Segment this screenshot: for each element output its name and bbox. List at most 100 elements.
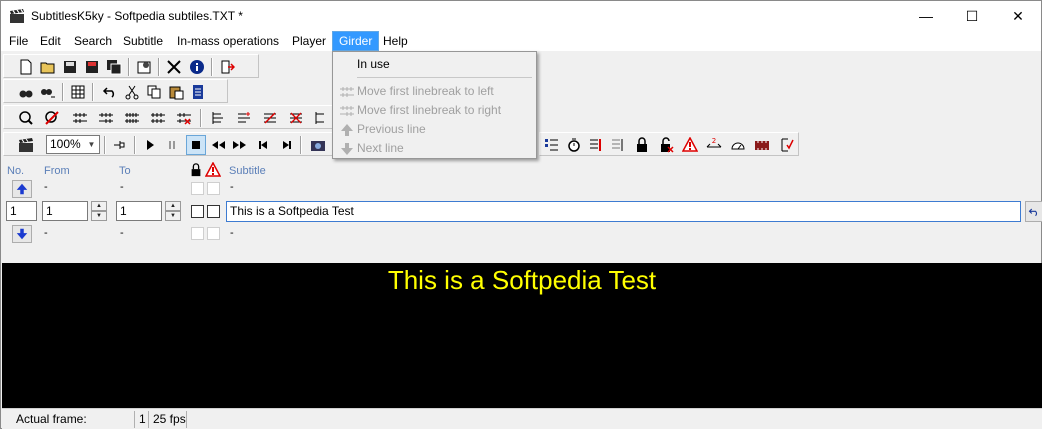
save-as-icon[interactable] bbox=[82, 57, 102, 77]
insert-after-icon[interactable] bbox=[234, 108, 254, 128]
properties-icon[interactable] bbox=[134, 57, 154, 77]
menu-item-previous-line: Previous line bbox=[335, 120, 534, 139]
paste-icon[interactable] bbox=[166, 82, 186, 102]
menu-girder[interactable]: Girder bbox=[332, 31, 380, 51]
minimize-button[interactable]: — bbox=[903, 1, 949, 31]
spin-up-icon[interactable]: ▲ bbox=[91, 201, 107, 211]
pause-icon[interactable] bbox=[162, 135, 182, 155]
tools-icon[interactable] bbox=[164, 57, 184, 77]
menu-subtitle[interactable]: Subtitle bbox=[117, 31, 169, 51]
move-line-icon[interactable] bbox=[310, 108, 330, 128]
menu-item-in-use[interactable]: In use bbox=[335, 55, 534, 74]
header-subtitle: Subtitle bbox=[229, 165, 266, 177]
stopwatch-icon[interactable] bbox=[564, 135, 584, 155]
linebreak-left-icon[interactable] bbox=[70, 108, 90, 128]
undo-edit-button[interactable] bbox=[1025, 201, 1042, 222]
spellcheck-icon[interactable] bbox=[16, 108, 36, 128]
from-spinner[interactable]: ▲ ▼ bbox=[91, 201, 107, 221]
menu-item-label: In use bbox=[357, 57, 390, 71]
undo-icon[interactable] bbox=[100, 82, 120, 102]
subtitle-text-input[interactable]: This is a Softpedia Test bbox=[226, 201, 1021, 222]
spin-up-icon[interactable]: ▲ bbox=[165, 201, 181, 211]
warning-icon[interactable] bbox=[680, 135, 700, 155]
maximize-button[interactable]: ☐ bbox=[949, 1, 995, 31]
chevron-down-icon: ▼ bbox=[87, 140, 96, 149]
shift-timing-icon[interactable] bbox=[586, 135, 606, 155]
table-icon[interactable] bbox=[68, 82, 88, 102]
rewind-icon[interactable] bbox=[208, 135, 228, 155]
subtitle-toolbar bbox=[3, 105, 333, 129]
to-spinner[interactable]: ▲ ▼ bbox=[165, 201, 181, 221]
open-folder-icon[interactable] bbox=[38, 57, 58, 77]
screenshot-icon[interactable] bbox=[308, 135, 328, 155]
fast-forward-icon[interactable] bbox=[230, 135, 250, 155]
menu-item-move-linebreak-right: Move first linebreak to right bbox=[335, 101, 534, 120]
play-icon[interactable] bbox=[140, 135, 160, 155]
toolbar-row-1 bbox=[3, 54, 263, 78]
close-button[interactable]: ✕ bbox=[995, 1, 1041, 31]
video-clapper-icon[interactable] bbox=[16, 135, 36, 155]
adjust-timing-icon[interactable] bbox=[608, 135, 628, 155]
gauge-icon[interactable] bbox=[728, 135, 748, 155]
next-frame-icon[interactable] bbox=[276, 135, 296, 155]
toolbar-separator bbox=[158, 58, 160, 76]
from-field[interactable]: 1 bbox=[42, 201, 88, 221]
status-divider bbox=[186, 411, 187, 428]
find-icon[interactable] bbox=[16, 82, 36, 102]
delete-line-icon[interactable] bbox=[260, 108, 280, 128]
video-preview[interactable]: This is a Softpedia Test bbox=[2, 263, 1042, 408]
prev-from: - bbox=[44, 181, 48, 193]
pin-icon[interactable] bbox=[110, 135, 130, 155]
spin-down-icon[interactable]: ▼ bbox=[165, 211, 181, 221]
number-field[interactable]: 1 bbox=[6, 201, 37, 221]
find-next-icon[interactable] bbox=[38, 82, 58, 102]
window-title: SubtitlesK5ky - Softpedia subtiles.TXT * bbox=[31, 9, 243, 23]
previous-frame-icon[interactable] bbox=[254, 135, 274, 155]
new-file-icon[interactable] bbox=[16, 57, 36, 77]
toolbar-separator bbox=[211, 58, 213, 76]
menu-help[interactable]: Help bbox=[377, 31, 414, 51]
save-icon[interactable] bbox=[60, 57, 80, 77]
merge-lines-icon[interactable] bbox=[122, 108, 142, 128]
lock-icon[interactable] bbox=[632, 135, 652, 155]
unlock-icon[interactable] bbox=[656, 135, 676, 155]
duration-icon[interactable]: 2 bbox=[704, 135, 724, 155]
girder-dropdown-menu: In use Move first linebreak to left Move… bbox=[332, 51, 537, 159]
lock-checkbox[interactable] bbox=[191, 205, 204, 218]
to-field[interactable]: 1 bbox=[116, 201, 162, 221]
arrow-down-icon bbox=[339, 141, 355, 157]
check-icon[interactable] bbox=[776, 135, 796, 155]
film-icon[interactable] bbox=[752, 135, 772, 155]
info-icon[interactable] bbox=[187, 57, 207, 77]
menu-in-mass-operations[interactable]: In-mass operations bbox=[171, 31, 285, 51]
cut-icon[interactable] bbox=[122, 82, 142, 102]
menu-file[interactable]: File bbox=[3, 31, 34, 51]
next-to: - bbox=[120, 227, 124, 239]
copy-icon[interactable] bbox=[144, 82, 164, 102]
delete-all-icon[interactable] bbox=[286, 108, 306, 128]
document-icon[interactable] bbox=[188, 82, 208, 102]
toolbar-row-2 bbox=[3, 79, 233, 103]
stop-icon[interactable] bbox=[186, 135, 206, 155]
next-subtitle-button[interactable] bbox=[12, 225, 32, 243]
prev-lock-checkbox bbox=[191, 182, 204, 195]
remove-linebreaks-icon[interactable] bbox=[174, 108, 194, 128]
save-all-icon[interactable] bbox=[104, 57, 124, 77]
actual-frame-label: Actual frame: bbox=[16, 412, 87, 426]
menu-edit[interactable]: Edit bbox=[34, 31, 67, 51]
split-lines-icon[interactable] bbox=[148, 108, 168, 128]
timing-list-icon[interactable] bbox=[542, 135, 562, 155]
previous-subtitle-button[interactable] bbox=[12, 180, 32, 198]
spin-down-icon[interactable]: ▼ bbox=[91, 211, 107, 221]
no-spellcheck-icon[interactable] bbox=[42, 108, 62, 128]
zoom-select[interactable]: 100% ▼ bbox=[46, 135, 100, 154]
next-lock-checkbox bbox=[191, 227, 204, 240]
warning-checkbox[interactable] bbox=[207, 205, 220, 218]
next-subtitle: - bbox=[230, 227, 234, 239]
linebreak-right-icon[interactable] bbox=[96, 108, 116, 128]
fps-value: 25 fps bbox=[153, 412, 186, 426]
exit-icon[interactable] bbox=[217, 57, 237, 77]
menu-search[interactable]: Search bbox=[68, 31, 118, 51]
insert-before-icon[interactable] bbox=[208, 108, 228, 128]
menu-player[interactable]: Player bbox=[286, 31, 332, 51]
